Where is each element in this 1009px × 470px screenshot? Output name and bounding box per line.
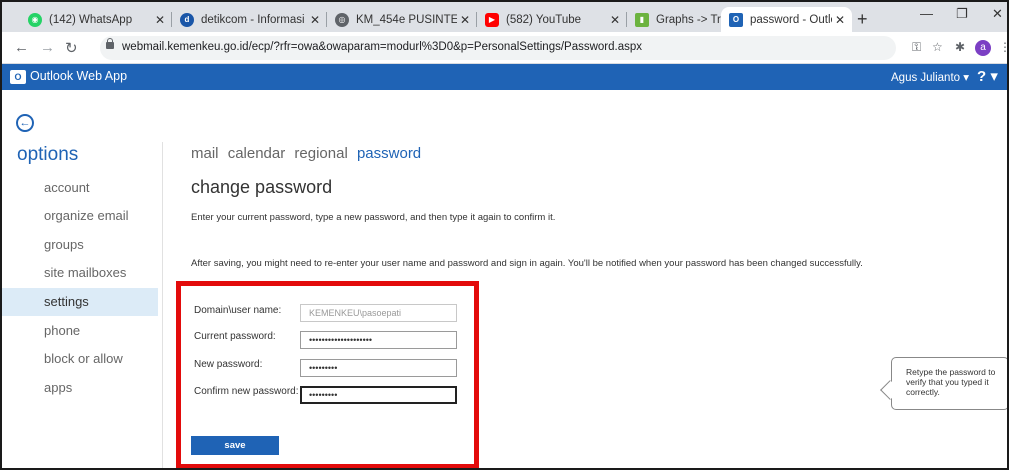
new-password-field[interactable]: ••••••••• <box>300 359 457 377</box>
tab-calendar[interactable]: calendar <box>228 145 286 162</box>
tab-km454e[interactable]: ◎ KM_454e PUSINTEK LT. ✕ <box>327 7 477 32</box>
sidebar-item-groups[interactable]: groups <box>2 231 158 259</box>
address-bar[interactable]: webmail.kemenkeu.go.id/ecp/?rfr=owa&owap… <box>100 36 896 60</box>
extensions-icon[interactable]: ✱ <box>955 40 965 54</box>
sidebar-item-account[interactable]: account <box>2 174 158 202</box>
new-password-label: New password: <box>194 359 263 370</box>
tab-outlook-password-active[interactable]: O password - Outlook We ✕ <box>721 7 852 32</box>
current-password-field[interactable]: •••••••••••••••••••• <box>300 331 457 349</box>
instructions-text: Enter your current password, type a new … <box>191 212 556 223</box>
tab-title: password - Outlook We <box>750 13 832 26</box>
tab-strip: ◉ (142) WhatsApp ✕ d detikcom - Informas… <box>2 2 1007 32</box>
tab-youtube[interactable]: ▶ (582) YouTube ✕ <box>477 7 627 32</box>
outlook-logo-icon: O <box>10 70 26 84</box>
outlook-icon: O <box>729 12 743 27</box>
close-icon[interactable]: ✕ <box>152 13 168 27</box>
confirm-password-tooltip: Retype the password to verify that you t… <box>891 357 1007 410</box>
domain-username-label: Domain\user name: <box>194 305 282 316</box>
new-tab-button[interactable]: + <box>857 9 868 30</box>
detik-icon: d <box>180 12 194 27</box>
sidebar-item-site-mailboxes[interactable]: site mailboxes <box>2 259 158 287</box>
lock-icon <box>106 38 114 49</box>
close-icon[interactable]: ✕ <box>307 13 323 27</box>
tab-title: (142) WhatsApp <box>49 13 133 26</box>
close-icon[interactable]: ✕ <box>832 13 848 27</box>
graphs-icon: ▮ <box>635 12 649 27</box>
whatsapp-icon: ◉ <box>28 12 42 27</box>
globe-icon: ◎ <box>335 12 349 27</box>
restore-button[interactable]: ❐ <box>956 6 968 22</box>
sidebar-item-settings[interactable]: settings <box>2 288 158 316</box>
sidebar-item-phone[interactable]: phone <box>2 317 158 345</box>
confirm-password-field[interactable]: ••••••••• <box>300 386 457 404</box>
tab-password[interactable]: password <box>357 145 421 162</box>
sidebar-item-organize-email[interactable]: organize email <box>2 202 158 230</box>
tab-title: (582) YouTube <box>506 13 582 26</box>
back-arrow-icon[interactable]: ← <box>14 39 29 56</box>
menu-icon[interactable]: ⋮ <box>999 40 1007 54</box>
browser-window: ◉ (142) WhatsApp ✕ d detikcom - Informas… <box>0 0 1009 470</box>
star-icon[interactable]: ☆ <box>932 40 943 54</box>
url-text[interactable]: webmail.kemenkeu.go.id/ecp/?rfr=owa&owap… <box>122 41 642 53</box>
app-title: Outlook Web App <box>30 69 128 83</box>
confirm-password-label: Confirm new password: <box>194 386 299 397</box>
close-window-button[interactable]: ✕ <box>992 6 1003 22</box>
user-menu[interactable]: Agus Julianto ▾ <box>891 70 969 84</box>
domain-username-field: KEMENKEU\pasoepati <box>300 304 457 322</box>
help-menu[interactable]: ? ▾ <box>977 67 998 85</box>
tab-regional[interactable]: regional <box>294 145 347 162</box>
owa-header: O Outlook Web App Agus Julianto ▾ ? ▾ <box>2 64 1007 90</box>
back-circle-icon[interactable]: ← <box>16 114 34 132</box>
tab-mail[interactable]: mail <box>191 145 219 162</box>
current-password-label: Current password: <box>194 331 276 342</box>
close-icon[interactable]: ✕ <box>457 13 473 27</box>
notice-text: After saving, you might need to re-enter… <box>191 258 863 269</box>
tab-title: KM_454e PUSINTEK LT. <box>356 13 457 26</box>
reload-icon[interactable]: ↻ <box>65 39 78 57</box>
sidebar-item-block-or-allow[interactable]: block or allow <box>2 345 158 373</box>
sidebar-item-apps[interactable]: apps <box>2 374 158 402</box>
tab-detikcom[interactable]: d detikcom - Informasi Be ✕ <box>172 7 327 32</box>
youtube-icon: ▶ <box>485 12 499 27</box>
settings-subnav: mail calendar regional password <box>191 145 426 162</box>
forward-arrow-icon[interactable]: → <box>40 39 55 56</box>
save-button[interactable]: save <box>191 436 279 455</box>
options-heading: options <box>17 144 79 165</box>
sidebar-divider <box>162 142 163 468</box>
tab-whatsapp[interactable]: ◉ (142) WhatsApp ✕ <box>20 7 172 32</box>
page-title: change password <box>191 177 333 197</box>
key-icon[interactable]: ⚿ <box>912 40 921 55</box>
profile-avatar[interactable]: a <box>975 40 991 56</box>
tab-title: detikcom - Informasi Be <box>201 13 307 26</box>
close-icon[interactable]: ✕ <box>607 13 623 27</box>
minimize-button[interactable]: — <box>920 6 933 21</box>
browser-toolbar: ← → ↻ webmail.kemenkeu.go.id/ecp/?rfr=ow… <box>2 32 1007 64</box>
